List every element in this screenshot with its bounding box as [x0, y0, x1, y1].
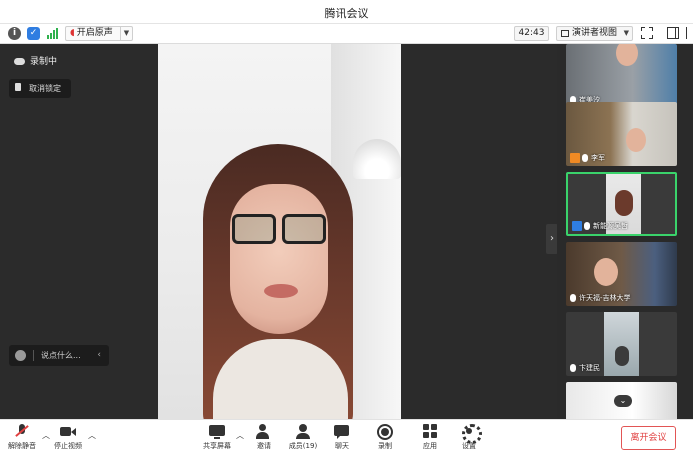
share-screen-button[interactable]: 共享屏幕 [197, 424, 237, 451]
record-label: 录制 [378, 442, 392, 450]
main-stage: 录制中 取消锁定 说点什么... ‹ › [0, 44, 558, 419]
side-panel-icon[interactable] [667, 27, 679, 39]
participant-tile-active[interactable]: 新能源吴哲 [566, 172, 677, 236]
unmute-button[interactable]: 解除静音 [2, 424, 42, 451]
speaker-video [158, 44, 401, 419]
bottom-toolbar: 解除静音 ︿ 停止视频 ︿ 共享屏幕 ︿ 邀请 成员(19) 聊天 录制 应用 … [0, 419, 693, 457]
recording-label: 录制中 [30, 57, 58, 67]
mic-icon [570, 294, 576, 302]
chevron-down-icon[interactable]: ⌄ [614, 395, 632, 407]
speaker-view-icon [561, 30, 569, 37]
original-sound-icon: ◖ [70, 28, 75, 38]
chevron-up-icon[interactable]: ︿ [236, 430, 244, 441]
mic-muted-icon [14, 424, 30, 439]
chat-icon [334, 424, 350, 439]
view-mode-label: 演讲者视图 [572, 28, 618, 38]
share-screen-label: 共享屏幕 [203, 442, 231, 450]
gear-icon [461, 424, 482, 444]
more-icon[interactable] [686, 27, 690, 39]
settings-button[interactable]: 设置 [449, 424, 489, 451]
info-icon[interactable]: i [8, 27, 21, 40]
fullscreen-icon[interactable] [641, 27, 653, 39]
original-sound-button[interactable]: ◖ 开启原声 ▼ [65, 26, 133, 41]
pin-icon [15, 83, 21, 91]
shield-icon[interactable]: ✓ [27, 27, 40, 40]
chevron-left-icon[interactable]: ‹ [97, 345, 101, 366]
participant-tile[interactable]: 崔美汐 [566, 44, 677, 108]
apps-button[interactable]: 应用 [410, 424, 450, 451]
emoji-icon[interactable] [15, 350, 26, 361]
stop-video-label: 停止视频 [54, 442, 82, 450]
chat-button[interactable]: 聊天 [322, 424, 362, 451]
participant-tile[interactable]: 卞建民 [566, 312, 677, 376]
chat-label: 聊天 [335, 442, 349, 450]
meeting-window: 腾讯会议 i ✓ ◖ 开启原声 ▼ 42:43 演讲者视图 ▼ 录制中 取消锁定… [0, 0, 693, 457]
invite-button[interactable]: 邀请 [244, 424, 284, 451]
unpin-label: 取消锁定 [29, 84, 61, 93]
user-icon [572, 221, 582, 231]
host-icon [570, 153, 580, 163]
speaker-face [230, 184, 328, 334]
record-button[interactable]: 录制 [365, 424, 405, 451]
camera-icon [60, 424, 76, 439]
background-lamp [353, 139, 401, 179]
top-toolbar: i ✓ ◖ 开启原声 ▼ 42:43 演讲者视图 ▼ [0, 24, 693, 44]
title-bar: 腾讯会议 [0, 0, 693, 24]
leave-meeting-button[interactable]: 离开会议 [621, 426, 676, 450]
unmute-label: 解除静音 [8, 442, 36, 450]
cloud-icon [14, 58, 25, 65]
chevron-up-icon[interactable]: ︿ [88, 430, 96, 441]
view-mode-dropdown[interactable]: 演讲者视图 ▼ [556, 26, 633, 41]
unpin-button[interactable]: 取消锁定 [9, 79, 71, 98]
members-button[interactable]: 成员(19) [283, 424, 323, 451]
members-label: 成员(19) [288, 442, 318, 450]
participant-name: 新能源吴哲 [572, 221, 628, 231]
participant-tile[interactable]: 许天福-吉林大学 [566, 242, 677, 306]
members-icon [295, 424, 311, 439]
apps-icon [422, 424, 438, 439]
participant-name: 李军 [570, 153, 605, 163]
participant-name: 许天福-吉林大学 [570, 293, 631, 303]
participant-tile[interactable]: 李军 [566, 102, 677, 166]
stop-video-button[interactable]: 停止视频 [48, 424, 88, 451]
add-user-icon [256, 424, 272, 439]
apps-label: 应用 [423, 442, 437, 450]
window-title: 腾讯会议 [324, 7, 369, 20]
original-sound-label: 开启原声 [76, 28, 113, 38]
chevron-down-icon[interactable]: ▼ [120, 27, 132, 40]
quick-chat-input[interactable]: 说点什么... ‹ [9, 345, 109, 366]
record-icon [377, 424, 393, 440]
participant-list[interactable]: 崔美汐 李军 新能源吴哲 许天福-吉林大学 卞建民 ⌄ [557, 44, 693, 419]
chevron-down-icon: ▼ [623, 29, 629, 37]
participant-tile[interactable]: ⌄ [566, 382, 677, 419]
participant-name: 卞建民 [570, 363, 600, 373]
recording-indicator: 录制中 [14, 54, 57, 67]
signal-icon[interactable] [46, 27, 59, 40]
invite-label: 邀请 [257, 442, 271, 450]
meeting-timer: 42:43 [514, 26, 549, 41]
mic-muted-icon [582, 154, 588, 162]
mic-muted-icon [570, 364, 576, 372]
mic-icon [584, 222, 590, 230]
share-screen-icon [209, 424, 225, 439]
chat-placeholder: 说点什么... [41, 351, 81, 360]
